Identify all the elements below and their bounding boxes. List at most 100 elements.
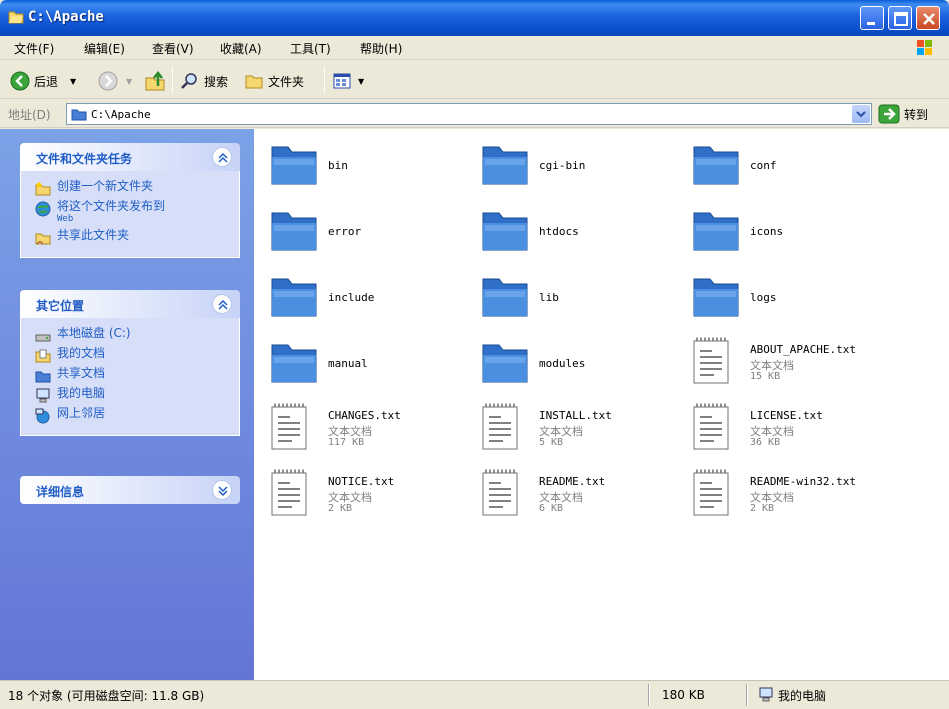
minimize-button[interactable] xyxy=(860,6,884,30)
task-label: 将这个文件夹发布到 xyxy=(57,199,166,213)
folder-item[interactable]: error xyxy=(260,201,465,261)
folder-item[interactable]: icons xyxy=(682,201,887,261)
folder-item[interactable]: cgi-bin xyxy=(471,135,676,195)
file-item[interactable]: INSTALL.txt 文本文档 5 KB xyxy=(471,399,676,459)
collapse-button[interactable] xyxy=(212,147,232,167)
item-name: NOTICE.txt xyxy=(328,475,395,488)
panel-title: 详细信息 xyxy=(36,485,85,499)
forward-dropdown-icon[interactable]: ▼ xyxy=(126,77,132,86)
folder-item[interactable]: modules xyxy=(471,333,676,393)
back-button[interactable]: 后退 ▼ xyxy=(10,70,76,92)
task-new-folder[interactable]: 创建一个新文件夹 xyxy=(35,180,229,197)
menu-help[interactable]: 帮助(H) xyxy=(360,40,402,57)
close-button[interactable] xyxy=(916,6,940,30)
place-my-documents[interactable]: 我的文档 xyxy=(35,347,229,364)
views-button[interactable]: ▼ xyxy=(332,70,364,92)
my-computer-icon xyxy=(36,388,50,403)
forward-arrow-icon xyxy=(98,71,118,91)
panel-header[interactable]: 其它位置 xyxy=(20,290,240,318)
menu-tools[interactable]: 工具(T) xyxy=(290,40,331,57)
chevron-down-icon xyxy=(218,486,228,497)
text-file-icon xyxy=(479,467,523,522)
expand-button[interactable] xyxy=(212,480,232,500)
folder-icon xyxy=(479,203,531,258)
folder-icon xyxy=(479,335,531,390)
status-object-count: 18 个对象 (可用磁盘空间: 11.8 GB) xyxy=(8,688,205,703)
title-bar[interactable]: C:\Apache xyxy=(0,0,949,36)
views-dropdown-icon[interactable]: ▼ xyxy=(358,77,364,86)
file-item[interactable]: NOTICE.txt 文本文档 2 KB xyxy=(260,465,465,525)
folder-icon xyxy=(690,203,742,258)
address-input[interactable]: C:\Apache xyxy=(66,103,872,125)
place-network[interactable]: 网上邻居 xyxy=(35,407,229,424)
panel-header[interactable]: 文件和文件夹任务 xyxy=(20,143,240,171)
task-share-folder[interactable]: 共享此文件夹 xyxy=(35,229,229,246)
other-places-panel: 其它位置 本地磁盘 (C:) 我的文档 共享文档 我的电脑 网上邻居 xyxy=(20,290,240,436)
place-shared-documents[interactable]: 共享文档 xyxy=(35,367,229,384)
my-documents-icon xyxy=(35,349,51,363)
collapse-button[interactable] xyxy=(212,294,232,314)
status-location-label: 我的电脑 xyxy=(778,688,827,703)
item-name: README-win32.txt xyxy=(750,475,856,488)
place-label: 我的文档 xyxy=(57,346,106,360)
folder-icon xyxy=(268,137,320,192)
search-button[interactable]: 搜索 xyxy=(180,70,228,92)
item-name: ABOUT_APACHE.txt xyxy=(750,343,856,356)
windows-logo-icon xyxy=(917,40,932,55)
forward-button[interactable]: ▼ xyxy=(98,70,132,92)
file-item[interactable]: CHANGES.txt 文本文档 117 KB xyxy=(260,399,465,459)
folder-item[interactable]: lib xyxy=(471,267,676,327)
task-sublabel: Web xyxy=(57,214,74,224)
text-file-icon xyxy=(690,467,734,522)
up-folder-button[interactable] xyxy=(144,70,170,92)
menu-file[interactable]: 文件(F) xyxy=(14,40,54,57)
item-name: CHANGES.txt xyxy=(328,409,401,422)
file-item[interactable]: README.txt 文本文档 6 KB xyxy=(471,465,676,525)
menu-favorites[interactable]: 收藏(A) xyxy=(220,40,262,57)
item-name: cgi-bin xyxy=(539,159,586,172)
panel-body: 创建一个新文件夹 将这个文件夹发布到 Web 共享此文件夹 xyxy=(20,171,240,258)
folder-item[interactable]: include xyxy=(260,267,465,327)
minimize-icon xyxy=(867,22,875,25)
place-label: 本地磁盘 (C:) xyxy=(57,326,131,340)
item-name: bin xyxy=(328,159,348,172)
address-dropdown-button[interactable] xyxy=(852,105,870,123)
file-item[interactable]: README-win32.txt 文本文档 2 KB xyxy=(682,465,887,525)
folder-icon xyxy=(479,137,531,192)
panel-header[interactable]: 详细信息 xyxy=(20,476,240,504)
shared-documents-icon xyxy=(35,371,51,383)
folders-button[interactable]: 文件夹 xyxy=(244,70,304,92)
network-places-icon xyxy=(35,408,50,424)
menu-view[interactable]: 查看(V) xyxy=(152,40,194,57)
address-value: C:\Apache xyxy=(91,108,151,121)
menu-edit[interactable]: 编辑(E) xyxy=(84,40,125,57)
go-button[interactable]: 转到 xyxy=(878,104,928,124)
file-item[interactable]: LICENSE.txt 文本文档 36 KB xyxy=(682,399,887,459)
status-location: 我的电脑 xyxy=(758,685,826,705)
task-publish-web[interactable]: 将这个文件夹发布到 Web xyxy=(35,200,229,226)
text-file-icon xyxy=(690,401,734,456)
folder-item[interactable]: logs xyxy=(682,267,887,327)
go-arrow-icon xyxy=(878,104,900,124)
item-size: 6 KB xyxy=(539,503,564,514)
folder-item[interactable]: htdocs xyxy=(471,201,676,261)
folder-item[interactable]: manual xyxy=(260,333,465,393)
publish-web-icon xyxy=(35,201,51,217)
place-my-computer[interactable]: 我的电脑 xyxy=(35,387,229,404)
file-item[interactable]: ABOUT_APACHE.txt 文本文档 15 KB xyxy=(682,333,887,393)
back-dropdown-icon[interactable]: ▼ xyxy=(70,77,76,86)
text-file-icon xyxy=(268,401,312,456)
status-separator xyxy=(746,684,748,706)
toolbar-separator xyxy=(172,67,173,93)
new-folder-icon xyxy=(35,182,51,196)
folder-item[interactable]: bin xyxy=(260,135,465,195)
up-folder-icon xyxy=(145,70,165,91)
local-disk-icon xyxy=(35,334,51,342)
chevron-down-icon xyxy=(856,111,866,118)
place-local-disk[interactable]: 本地磁盘 (C:) xyxy=(35,327,229,344)
task-label: 共享此文件夹 xyxy=(57,228,130,242)
folder-item[interactable]: conf xyxy=(682,135,887,195)
maximize-button[interactable] xyxy=(888,6,912,30)
explorer-window: C:\Apache 文件(F) 编辑(E) 查看(V) 收藏(A) 工具(T) … xyxy=(0,0,949,709)
menu-bar: 文件(F) 编辑(E) 查看(V) 收藏(A) 工具(T) 帮助(H) xyxy=(0,36,949,60)
